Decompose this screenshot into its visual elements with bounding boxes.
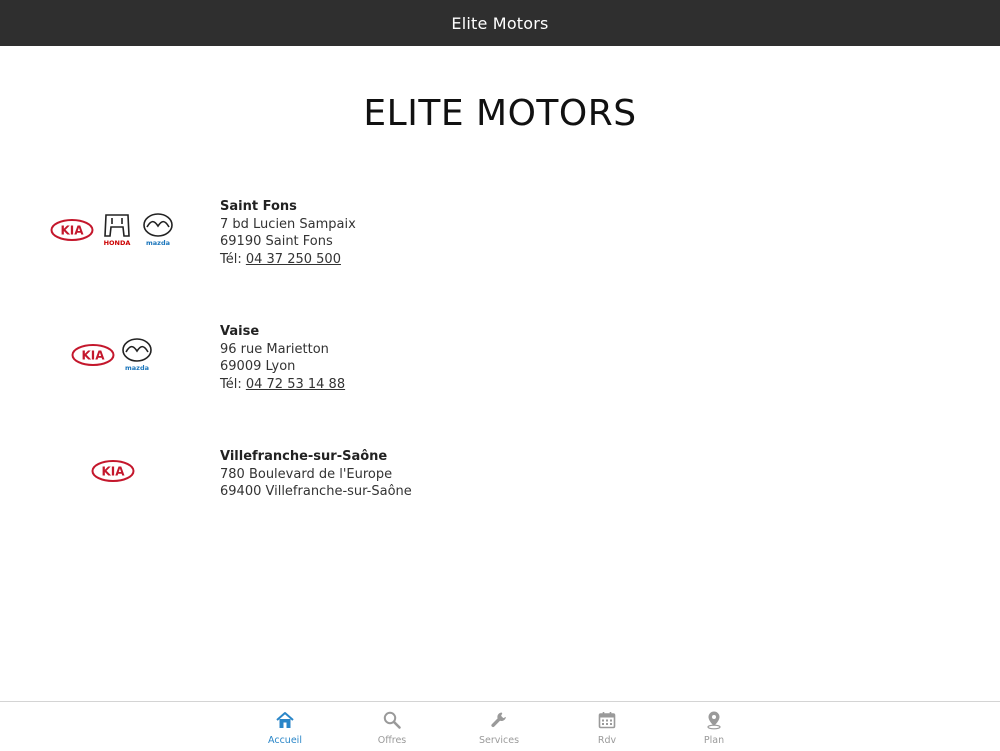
dealer-card-vaise: KIA mazda Vaise 96 rue Marietton 69009 L…	[0, 323, 1000, 403]
tab-label: Rdv	[597, 735, 617, 746]
tab-label: Services	[478, 735, 520, 746]
app-title: Elite Motors	[451, 13, 549, 33]
mazda-logo-text: mazda	[125, 364, 149, 372]
wrench-icon	[489, 710, 509, 730]
kia-logo: KIA	[50, 218, 94, 242]
mazda-logo-text: mazda	[146, 239, 170, 247]
dealer-street: 7 bd Lucien Sampaix	[220, 216, 356, 232]
tab-plan[interactable]: Plan	[674, 702, 754, 751]
tab-accueil[interactable]: Accueil	[245, 702, 325, 751]
dealer-name: Villefranche-sur-Saône	[220, 449, 388, 464]
dealer-phone-line: Tél: 04 37 250 500	[220, 251, 356, 269]
dealer-street: 96 rue Marietton	[220, 341, 329, 357]
phone-prefix: Tél:	[220, 251, 246, 267]
brand-heading: ELITE MOTORS	[363, 93, 637, 134]
brand-logos: KIA HONDA mazda	[40, 200, 185, 260]
tab-label: Accueil	[268, 735, 302, 746]
phone-link[interactable]: 04 72 53 14 88	[246, 377, 345, 392]
kia-logo-text: KIA	[60, 224, 84, 238]
search-icon	[382, 710, 402, 730]
dealer-city: 69400 Villefranche-sur-Saône	[220, 484, 412, 499]
honda-logo-text: HONDA	[103, 239, 130, 247]
mazda-logo: mazda	[140, 212, 176, 248]
brand-logos: KIA mazda	[40, 325, 185, 385]
dealer-info: Saint Fons 7 bd Lucien Sampaix 69190 Sai…	[220, 198, 356, 268]
tab-offres[interactable]: Offres	[352, 702, 432, 751]
tab-label: Plan	[703, 735, 725, 746]
home-icon	[275, 710, 295, 730]
dealer-name: Saint Fons	[220, 199, 297, 214]
phone-link[interactable]: 04 37 250 500	[246, 252, 341, 267]
tab-label: Offres	[377, 735, 407, 746]
dealer-city: 69190 Saint Fons	[220, 234, 333, 249]
phone-prefix: Tél:	[220, 376, 246, 392]
map-pin-icon	[704, 710, 724, 730]
mazda-logo: mazda	[119, 337, 155, 373]
calendar-icon	[597, 710, 617, 730]
dealer-city: 69009 Lyon	[220, 359, 296, 374]
kia-logo: KIA	[91, 459, 135, 483]
top-navigation-bar: Elite Motors	[0, 0, 1000, 46]
tab-services[interactable]: Services	[459, 702, 539, 751]
dealer-phone-line: Tél: 04 72 53 14 88	[220, 376, 345, 394]
dealer-street: 780 Boulevard de l'Europe	[220, 466, 393, 482]
dealer-info: Villefranche-sur-Saône 780 Boulevard de …	[220, 448, 412, 501]
brand-logos: KIA	[40, 441, 185, 501]
bottom-tab-bar: Accueil Offres Services Rdv Plan	[0, 701, 1000, 751]
dealer-card-saint-fons: KIA HONDA mazda Saint Fons 7 bd Lucien S…	[0, 198, 1000, 278]
tab-rdv[interactable]: Rdv	[567, 702, 647, 751]
dealer-card-villefranche: KIA Villefranche-sur-Saône 780 Boulevard…	[0, 448, 1000, 528]
dealer-name: Vaise	[220, 324, 260, 339]
kia-logo: KIA	[71, 343, 115, 367]
kia-logo-text: KIA	[81, 349, 105, 363]
honda-logo: HONDA	[98, 212, 136, 248]
kia-logo-text: KIA	[101, 465, 125, 479]
dealer-info: Vaise 96 rue Marietton 69009 Lyon Tél: 0…	[220, 323, 345, 393]
